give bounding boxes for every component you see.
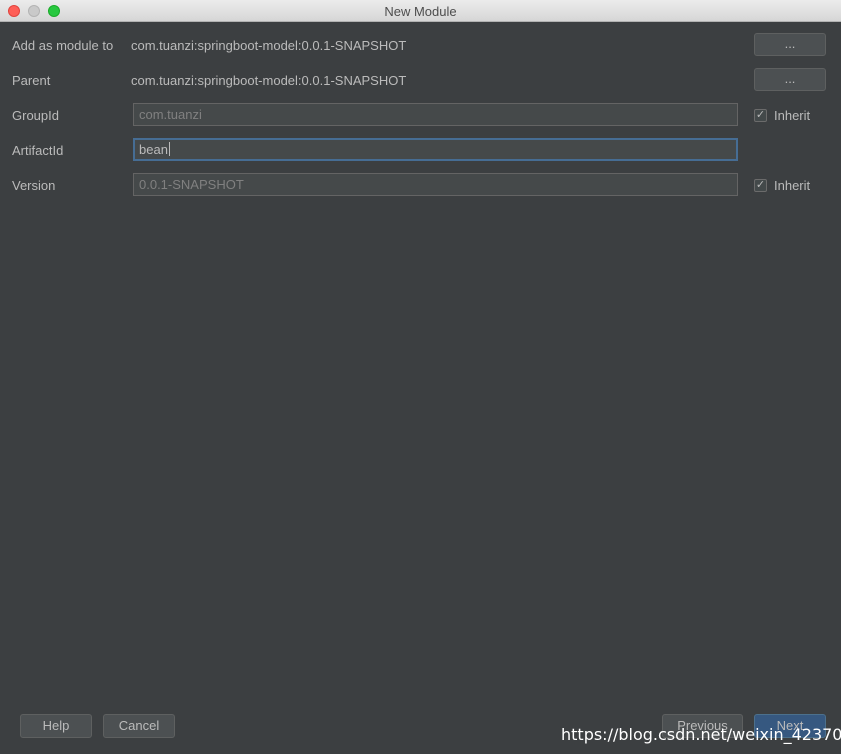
version-inherit-checkbox[interactable]: ✓ [754,179,767,192]
version-label: Version [12,178,56,193]
cancel-button[interactable]: Cancel [103,714,175,738]
add-as-module-to-browse-button[interactable]: ... [754,33,826,56]
artifact-id-label: ArtifactId [12,143,64,158]
watermark-text: https://blog.csdn.net/weixin_42370891 [561,725,841,744]
parent-browse-button[interactable]: ... [754,68,826,91]
check-icon: ✓ [755,109,766,121]
group-id-field[interactable]: com.tuanzi [133,103,738,126]
add-as-module-to-value: com.tuanzi:springboot-model:0.0.1-SNAPSH… [131,38,407,53]
title-bar: New Module [0,0,841,22]
text-caret [168,142,170,156]
group-id-label: GroupId [12,108,59,123]
artifact-id-value: bean [139,142,168,157]
check-icon: ✓ [755,179,766,191]
group-id-inherit-checkbox[interactable]: ✓ [754,109,767,122]
version-inherit-label: Inherit [774,178,811,193]
artifact-id-field[interactable]: bean [133,138,738,161]
parent-label: Parent [12,73,51,88]
add-as-module-to-label: Add as module to [12,38,114,53]
window-title: New Module [384,4,457,19]
version-field[interactable]: 0.0.1-SNAPSHOT [133,173,738,196]
group-id-inherit-label: Inherit [774,108,811,123]
help-button[interactable]: Help [20,714,92,738]
parent-value: com.tuanzi:springboot-model:0.0.1-SNAPSH… [131,73,407,88]
